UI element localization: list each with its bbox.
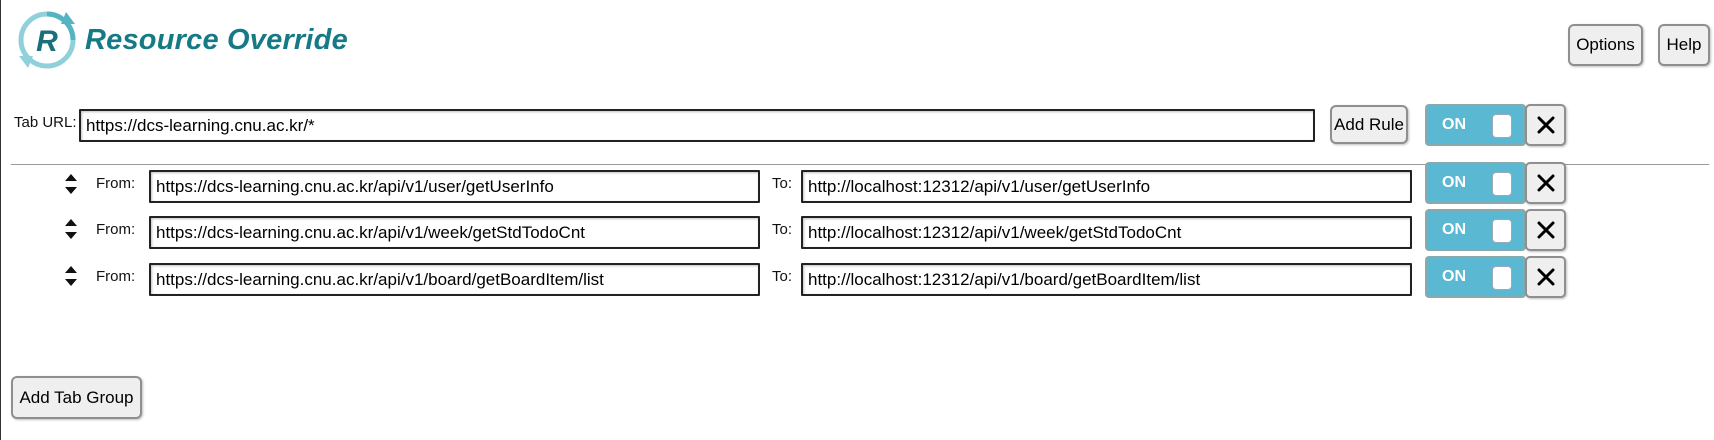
rule-from-input[interactable] bbox=[149, 216, 760, 249]
toggle-knob bbox=[1492, 172, 1512, 196]
rule-to-label: To: bbox=[772, 268, 793, 285]
close-icon bbox=[1537, 116, 1554, 134]
add-tab-group-button[interactable]: Add Tab Group bbox=[11, 376, 142, 419]
toggle-label: ON bbox=[1442, 116, 1466, 133]
reorder-handle-icon[interactable] bbox=[63, 264, 79, 288]
resource-override-logo-icon: R bbox=[18, 11, 76, 69]
tab-url-input[interactable] bbox=[79, 109, 1315, 142]
add-rule-button[interactable]: Add Rule bbox=[1330, 105, 1408, 144]
rule-toggle[interactable]: ON bbox=[1425, 162, 1526, 204]
toggle-knob bbox=[1492, 266, 1512, 290]
reorder-handle-icon[interactable] bbox=[63, 217, 79, 241]
svg-text:R: R bbox=[36, 25, 58, 58]
tab-url-label: Tab URL: bbox=[14, 114, 77, 131]
delete-rule-button[interactable] bbox=[1525, 162, 1566, 204]
rule-to-input[interactable] bbox=[801, 263, 1412, 296]
toggle-knob bbox=[1492, 219, 1512, 243]
options-button[interactable]: Options bbox=[1568, 24, 1643, 66]
tab-group-toggle[interactable]: ON bbox=[1425, 104, 1526, 146]
rule-to-label: To: bbox=[772, 221, 793, 238]
toggle-knob bbox=[1492, 114, 1512, 138]
toggle-label: ON bbox=[1442, 174, 1466, 191]
rule-from-input[interactable] bbox=[149, 170, 760, 203]
app-title: Resource Override bbox=[85, 23, 348, 56]
delete-rule-button[interactable] bbox=[1525, 256, 1566, 298]
delete-tab-group-button[interactable] bbox=[1525, 104, 1566, 146]
reorder-handle-icon[interactable] bbox=[63, 172, 79, 196]
rule-from-label: From: bbox=[96, 175, 136, 192]
rule-to-label: To: bbox=[772, 175, 793, 192]
delete-rule-button[interactable] bbox=[1525, 209, 1566, 251]
rule-toggle[interactable]: ON bbox=[1425, 209, 1526, 251]
rule-to-input[interactable] bbox=[801, 216, 1412, 249]
rule-to-input[interactable] bbox=[801, 170, 1412, 203]
help-button[interactable]: Help bbox=[1658, 24, 1710, 66]
app-header: R Resource Override bbox=[17, 10, 348, 70]
rule-from-label: From: bbox=[96, 268, 136, 285]
rule-from-input[interactable] bbox=[149, 263, 760, 296]
close-icon bbox=[1537, 268, 1554, 286]
rule-from-label: From: bbox=[96, 221, 136, 238]
toggle-label: ON bbox=[1442, 221, 1466, 238]
close-icon bbox=[1537, 221, 1554, 239]
toggle-label: ON bbox=[1442, 268, 1466, 285]
close-icon bbox=[1537, 174, 1554, 192]
rule-toggle[interactable]: ON bbox=[1425, 256, 1526, 298]
